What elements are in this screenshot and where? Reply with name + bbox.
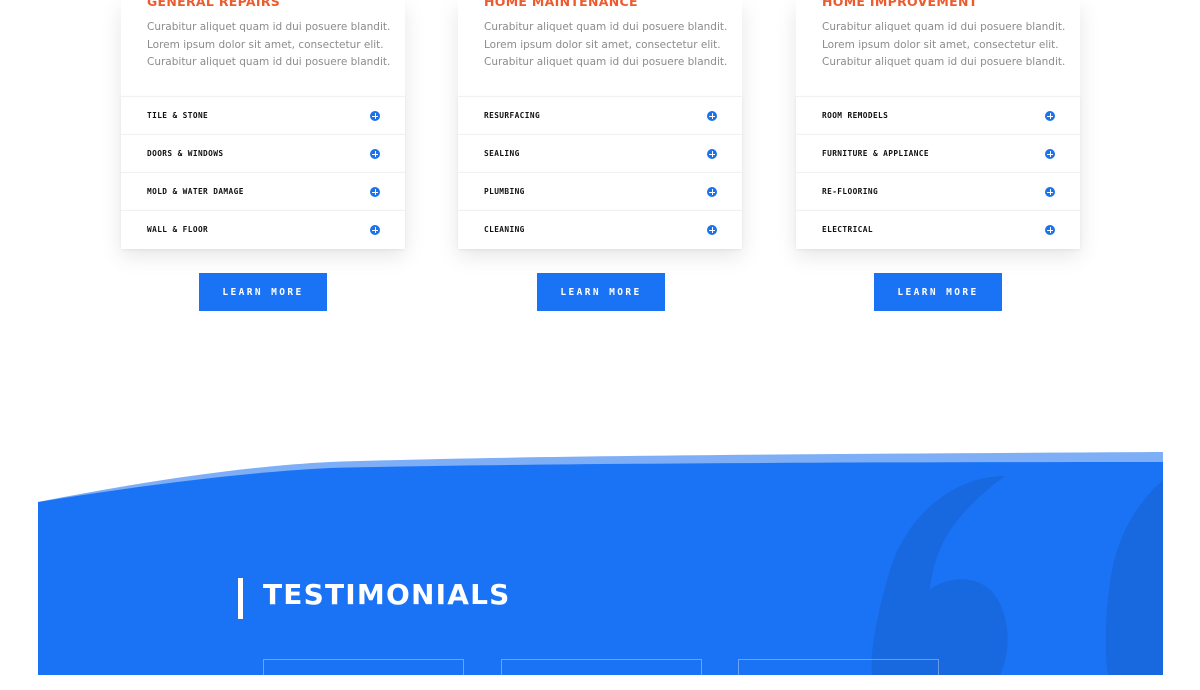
description-line: Curabitur aliquet quam id dui posuere bl…: [147, 56, 391, 69]
service-item-wall-floor[interactable]: Wall & Floor: [121, 210, 405, 249]
service-item-label: Electrical: [822, 225, 873, 234]
learn-more-button-home-improvement[interactable]: Learn More: [874, 273, 1002, 311]
service-item-plumbing[interactable]: Plumbing: [458, 172, 742, 211]
card-title: Home Improvement: [822, 0, 978, 9]
plus-circle-icon[interactable]: [707, 225, 717, 235]
plus-circle-icon[interactable]: [370, 111, 380, 121]
service-item-label: Plumbing: [484, 187, 525, 196]
description-line: Curabitur aliquet quam id dui posuere bl…: [822, 21, 1066, 33]
service-item-mold-water-damage[interactable]: Mold & Water Damage: [121, 172, 405, 211]
service-item-label: Resurfacing: [484, 111, 541, 120]
service-item-label: Cleaning: [484, 225, 525, 234]
plus-circle-icon[interactable]: [370, 225, 380, 235]
service-item-room-remodels[interactable]: Room Remodels: [796, 96, 1080, 135]
testimonials-heading-text: Testimonials: [263, 578, 511, 611]
plus-circle-icon[interactable]: [707, 111, 717, 121]
plus-circle-icon[interactable]: [707, 149, 717, 159]
description-line: Curabitur aliquet quam id dui posuere bl…: [484, 21, 728, 33]
service-card-general-repairs: General Repairs Curabitur aliquet quam i…: [121, 0, 405, 249]
card-description: Curabitur aliquet quam id dui posuere bl…: [822, 19, 1066, 72]
service-item-tile-stone[interactable]: Tile & Stone: [121, 96, 405, 135]
service-item-label: Tile & Stone: [147, 111, 209, 120]
service-item-label: Mold & Water Damage: [147, 187, 244, 196]
testimonials-section: [0, 440, 1200, 675]
service-item-label: Wall & Floor: [147, 225, 209, 234]
description-line: Curabitur aliquet quam id dui posuere bl…: [484, 56, 728, 69]
service-item-label: Re-Flooring: [822, 187, 879, 196]
plus-circle-icon[interactable]: [370, 187, 380, 197]
plus-circle-icon[interactable]: [707, 187, 717, 197]
card-header: General Repairs Curabitur aliquet quam i…: [121, 0, 405, 96]
plus-circle-icon[interactable]: [1045, 187, 1055, 197]
card-title: Home Maintenance: [484, 0, 638, 9]
learn-more-button-home-maintenance[interactable]: Learn More: [537, 273, 665, 311]
service-item-re-flooring[interactable]: Re-Flooring: [796, 172, 1080, 211]
description-line: Curabitur aliquet quam id dui posuere bl…: [822, 56, 1066, 69]
learn-more-button-general-repairs[interactable]: Learn More: [199, 273, 327, 311]
card-header: Home Maintenance Curabitur aliquet quam …: [458, 0, 742, 96]
card-description: Curabitur aliquet quam id dui posuere bl…: [484, 19, 728, 72]
service-item-electrical[interactable]: Electrical: [796, 210, 1080, 249]
description-line: Curabitur aliquet quam id dui posuere bl…: [147, 21, 391, 33]
service-item-resurfacing[interactable]: Resurfacing: [458, 96, 742, 135]
description-line: Lorem ipsum dolor sit amet, consectetur …: [484, 38, 721, 51]
plus-circle-icon[interactable]: [370, 149, 380, 159]
plus-circle-icon[interactable]: [1045, 111, 1055, 121]
service-item-label: Furniture & Appliance: [822, 149, 929, 158]
plus-circle-icon[interactable]: [1045, 225, 1055, 235]
section-heading-accent-bar: [238, 578, 243, 619]
card-title: General Repairs: [147, 0, 281, 9]
plus-circle-icon[interactable]: [1045, 149, 1055, 159]
card-description: Curabitur aliquet quam id dui posuere bl…: [147, 19, 391, 72]
service-item-furniture-appliance[interactable]: Furniture & Appliance: [796, 134, 1080, 173]
service-item-cleaning[interactable]: Cleaning: [458, 210, 742, 249]
description-line: Lorem ipsum dolor sit amet, consectetur …: [822, 38, 1059, 51]
description-line: Lorem ipsum dolor sit amet, consectetur …: [147, 38, 384, 51]
card-header: Home Improvement Curabitur aliquet quam …: [796, 0, 1080, 96]
service-item-label: Doors & Windows: [147, 149, 224, 158]
service-item-doors-windows[interactable]: Doors & Windows: [121, 134, 405, 173]
service-card-home-improvement: Home Improvement Curabitur aliquet quam …: [796, 0, 1080, 249]
testimonials-heading: Testimonials: [263, 578, 511, 612]
wave-background: [38, 452, 1163, 675]
service-item-label: Room Remodels: [822, 111, 889, 120]
service-item-label: Sealing: [484, 149, 520, 158]
service-item-sealing[interactable]: Sealing: [458, 134, 742, 173]
service-card-home-maintenance: Home Maintenance Curabitur aliquet quam …: [458, 0, 742, 249]
